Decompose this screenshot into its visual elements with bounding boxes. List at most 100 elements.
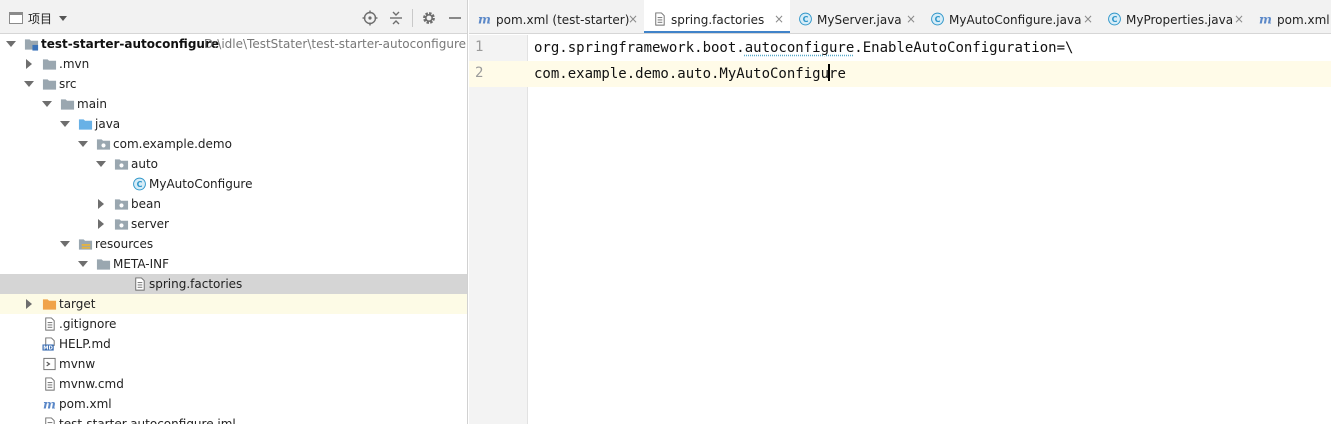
tree-item-label: test-starter-autoconfigure.iml [59, 417, 236, 424]
chevron-down-icon[interactable] [60, 119, 70, 129]
project-window-icon [9, 12, 23, 24]
tree-item-label: resources [95, 237, 154, 251]
close-icon[interactable]: × [906, 12, 916, 26]
tree-item-test-starter-autoconfigure[interactable]: test-starter-autoconfigure D:\idle\TestSt… [0, 34, 467, 54]
tree-item-label: bean [131, 197, 161, 211]
tree-item-meta-inf[interactable]: META-INF [0, 254, 467, 274]
project-panel: 项目 test-starter-autoconfigure D:\idle\Tes… [0, 0, 468, 424]
tree-item-label: test-starter-autoconfigure [41, 37, 220, 51]
tree-item-mvnw[interactable]: mvnw [0, 354, 467, 374]
chevron-down-icon[interactable] [78, 259, 88, 269]
close-icon[interactable]: × [628, 12, 638, 26]
project-panel-title: 项目 [28, 11, 53, 26]
code-line[interactable]: com.example.demo.auto.MyAutoConfigure [534, 61, 846, 87]
editor-tab-myautoconfigure-java[interactable]: C MyAutoConfigure.java × [922, 0, 1099, 33]
folder-icon [42, 77, 57, 91]
tree-item-java[interactable]: java [0, 114, 467, 134]
chevron-down-icon[interactable] [24, 79, 34, 89]
chevron-down-icon [59, 15, 68, 21]
tree-item-target[interactable]: target [0, 294, 467, 314]
minimize-icon[interactable] [447, 10, 463, 26]
module-folder-icon [24, 37, 39, 51]
java-class-icon: C [1107, 12, 1121, 26]
tree-item-label: mvnw.cmd [59, 377, 124, 391]
tree-item-server[interactable]: server [0, 214, 467, 234]
svg-text:C: C [803, 15, 809, 24]
tree-item-resources[interactable]: resources [0, 234, 467, 254]
close-icon[interactable]: × [1234, 12, 1244, 26]
svg-text:MD: MD [43, 346, 53, 351]
text-file-icon [652, 12, 666, 26]
tree-item-help-md[interactable]: MD HELP.md [0, 334, 467, 354]
collapse-icon[interactable] [388, 10, 404, 26]
editor-tab-pom-xml[interactable]: m pom.xml [1250, 0, 1331, 33]
tree-item-main[interactable]: main [0, 94, 467, 114]
tree-item-label: target [59, 297, 96, 311]
editor-tab-bar: m pom.xml (test-starter) × spring.factories… [469, 0, 1331, 34]
tree-item-com-example-demo[interactable]: com.example.demo [0, 134, 467, 154]
project-view-selector[interactable]: 项目 [9, 10, 68, 26]
package-icon [114, 157, 129, 171]
tab-label: MyAutoConfigure.java [949, 13, 1082, 27]
excluded-folder-icon [42, 297, 57, 311]
tab-label: spring.factories [671, 13, 765, 27]
editor-tab-myproperties-java[interactable]: C MyProperties.java × [1099, 0, 1250, 33]
line-number: 1 [475, 39, 484, 55]
tab-label: pom.xml [1277, 13, 1330, 27]
line-number: 2 [475, 65, 484, 81]
tab-label: MyProperties.java [1126, 13, 1234, 27]
editor-tab-myserver-java[interactable]: C MyServer.java × [790, 0, 922, 33]
close-icon[interactable]: × [774, 12, 784, 26]
chevron-right-icon[interactable] [96, 199, 106, 209]
tree-item-mvn[interactable]: .mvn [0, 54, 467, 74]
tree-item-label: .mvn [59, 57, 90, 71]
text-caret [828, 64, 830, 81]
tree-item-gitignore[interactable]: .gitignore [0, 314, 467, 334]
chevron-down-icon[interactable] [60, 239, 70, 249]
gear-icon[interactable] [421, 10, 437, 26]
maven-icon: m [42, 397, 57, 412]
svg-text:m: m [478, 13, 491, 26]
code-editor[interactable]: org.springframework.boot.autoconfigure.E… [528, 35, 1331, 424]
editor-tab-spring-factories[interactable]: spring.factories × [644, 0, 790, 33]
text-file-icon [132, 277, 147, 291]
folder-icon [96, 257, 111, 271]
resources-folder-icon [78, 237, 93, 251]
close-icon[interactable]: × [1083, 12, 1093, 26]
tree-item-label: auto [131, 157, 159, 171]
code-line[interactable]: org.springframework.boot.autoconfigure.E… [534, 35, 1073, 61]
svg-text:C: C [1112, 15, 1118, 24]
chevron-down-icon[interactable] [78, 139, 88, 149]
tree-item-label: java [95, 117, 121, 131]
folder-icon [42, 57, 57, 71]
tree-item-src[interactable]: src [0, 74, 467, 94]
chevron-right-icon[interactable] [24, 299, 34, 309]
tree-item-label: server [131, 217, 169, 231]
chevron-down-icon[interactable] [6, 39, 16, 49]
tree-item-spring-factories[interactable]: spring.factories [0, 274, 467, 294]
java-class-icon: C [930, 12, 944, 26]
svg-text:C: C [935, 15, 941, 24]
tree-item-auto[interactable]: auto [0, 154, 467, 174]
tab-label: MyServer.java [817, 13, 902, 27]
tree-item-mvnw-cmd[interactable]: mvnw.cmd [0, 374, 467, 394]
tree-item-label: main [77, 97, 107, 111]
tree-item-test-starter-autoconfigure-iml[interactable]: test-starter-autoconfigure.iml [0, 414, 467, 424]
tree-item-label: spring.factories [149, 277, 243, 291]
chevron-right-icon[interactable] [24, 59, 34, 69]
tree-item-myautoconfigure[interactable]: C MyAutoConfigure [0, 174, 467, 194]
tree-item-label: META-INF [113, 257, 170, 271]
header-separator [412, 9, 413, 27]
chevron-down-icon[interactable] [42, 99, 52, 109]
package-icon [96, 137, 111, 151]
tree-item-path: D:\idle\TestStater\test-starter-autoconf… [204, 37, 466, 51]
text-file-icon [42, 317, 57, 331]
tree-item-pom-xml[interactable]: m pom.xml [0, 394, 467, 414]
tree-item-bean[interactable]: bean [0, 194, 467, 214]
editor-tab-pom-xml-test-starter[interactable]: m pom.xml (test-starter) × [469, 0, 644, 33]
source-folder-icon [78, 117, 93, 131]
tree-item-label: .gitignore [59, 317, 117, 331]
locate-icon[interactable] [362, 10, 378, 26]
chevron-down-icon[interactable] [96, 159, 106, 169]
chevron-right-icon[interactable] [96, 219, 106, 229]
